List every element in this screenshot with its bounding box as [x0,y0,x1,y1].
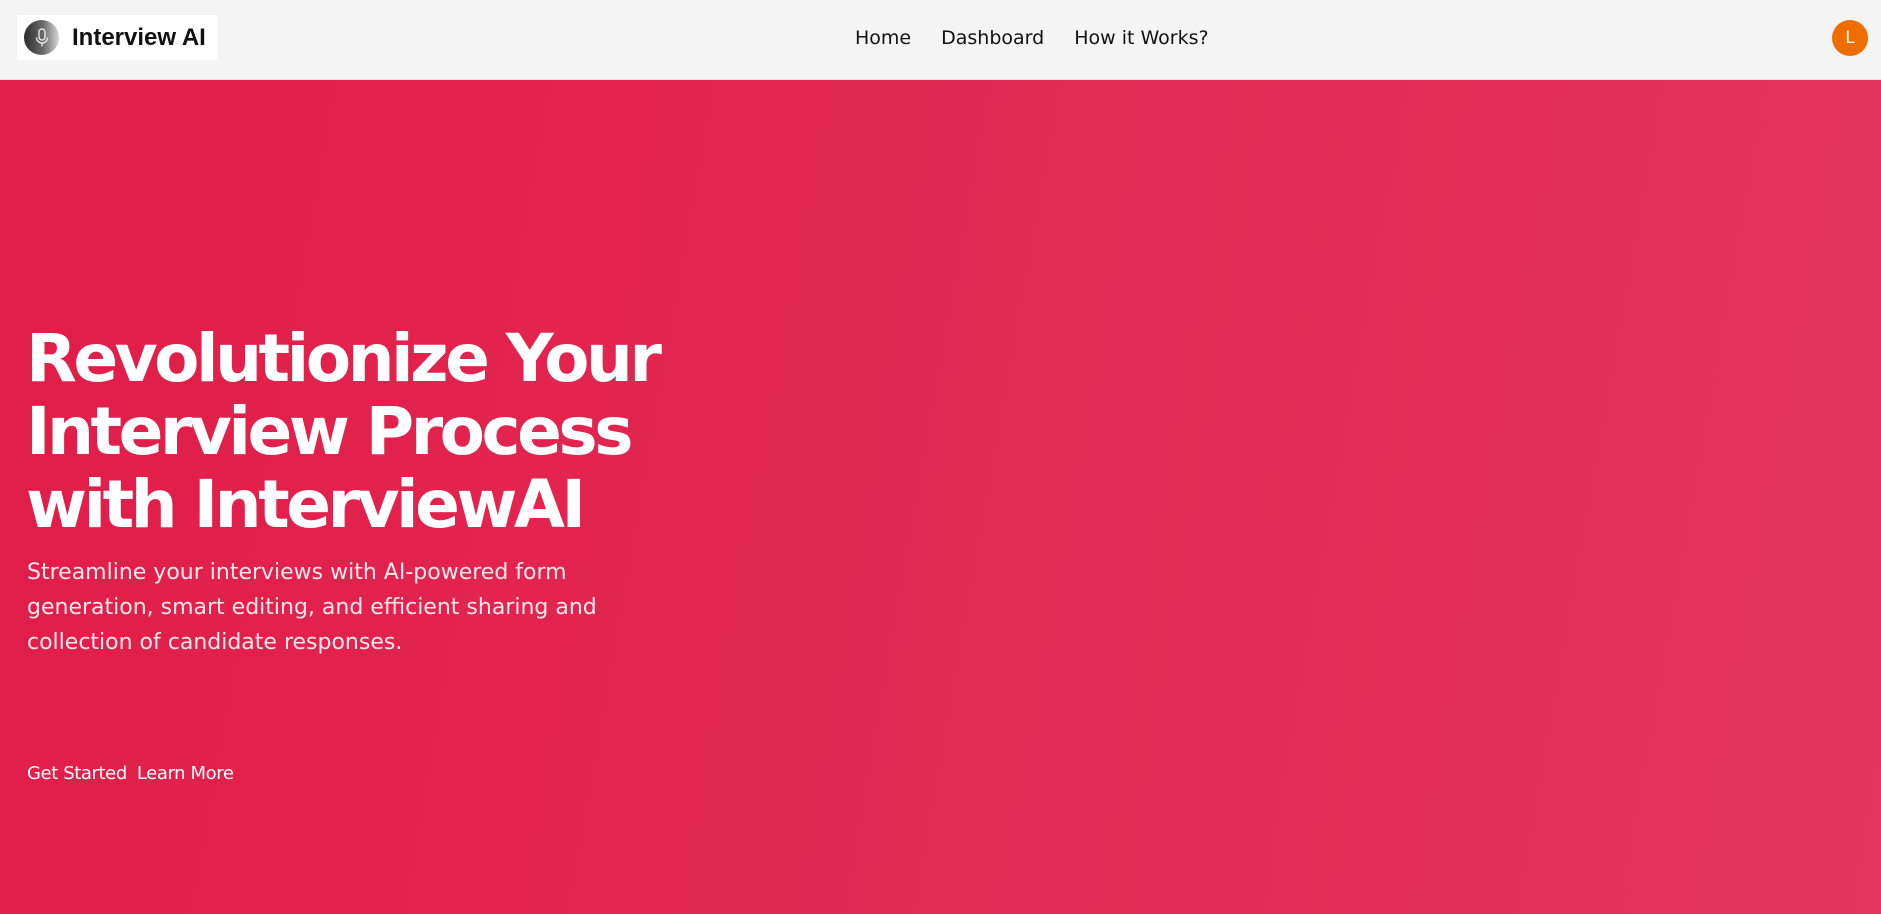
hero-title-line: with InterviewAI [26,466,586,543]
hero-subtitle: Streamline your interviews with AI-power… [27,555,627,660]
main-nav: Home Dashboard How it Works? [855,24,1209,52]
brand-name: Interview AI [72,23,206,51]
nav-link-home[interactable]: Home [855,27,911,49]
hero-subtitle-line: collection of candidate responses. [27,630,403,655]
learn-more-button[interactable]: Learn More [137,763,234,784]
hero-subtitle-line: generation, smart editing, and efficient… [27,595,597,620]
get-started-button[interactable]: Get Started [27,763,127,784]
landing-page: Interview AI Home Dashboard How it Works… [0,0,1881,914]
hero-subtitle-line: Streamline your interviews with AI-power… [27,560,567,585]
hero-title: Revolutionize Your Interview Process wit… [26,322,666,541]
hero-actions: Get Started Learn More [27,763,234,784]
hero-title-line: Interview Process [26,393,633,470]
top-navbar: Interview AI Home Dashboard How it Works… [0,0,1881,80]
hero-section: Revolutionize Your Interview Process wit… [0,80,1881,914]
hero-title-line: Revolutionize Your [26,320,662,397]
nav-link-how-it-works[interactable]: How it Works? [1074,27,1208,49]
microphone-icon [24,20,59,55]
nav-link-dashboard[interactable]: Dashboard [941,27,1044,49]
user-avatar[interactable]: L [1832,20,1868,56]
brand-home-link[interactable]: Interview AI [17,15,217,60]
